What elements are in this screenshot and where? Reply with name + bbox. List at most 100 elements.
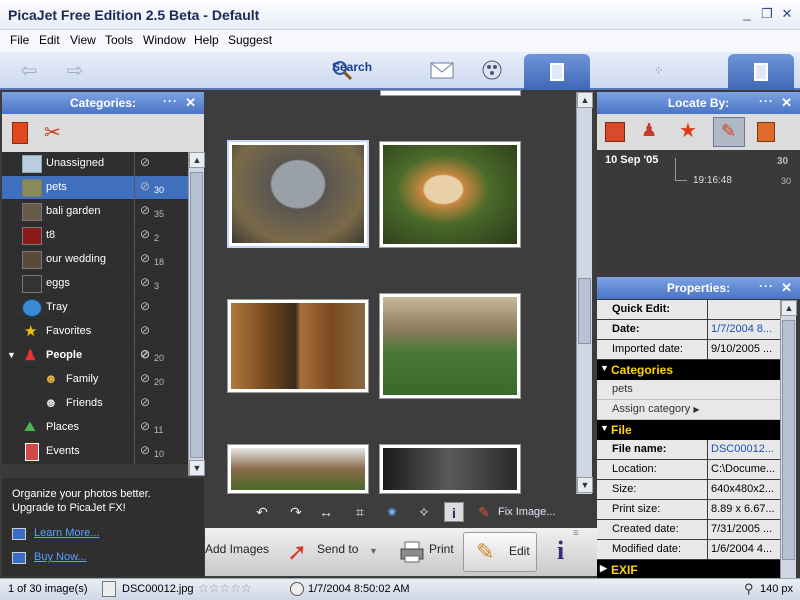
category-our-wedding[interactable]: our wedding ⊘ 18 [2,248,188,272]
people-icon[interactable]: ♟ [641,120,657,141]
learn-more-link[interactable]: Learn More... [34,527,99,539]
edit-button[interactable]: ✎ Edit [463,532,537,572]
category-bali-garden[interactable]: bali garden ⊘ 35 [2,200,188,224]
brightness-icon[interactable]: ✷ [382,502,402,522]
menu-window[interactable]: Window [143,33,186,47]
menu-suggest[interactable]: Suggest [228,33,272,47]
photo-thumbnail[interactable] [380,90,521,96]
fix-image-button[interactable]: Fix Image... [498,506,555,518]
email-icon[interactable] [428,60,458,82]
category-family[interactable]: ☻ Family ⊘ 20 [2,368,188,392]
section-file[interactable]: ▼ File [597,420,780,440]
photo-thumbnail-selected[interactable] [227,140,369,248]
prop-date[interactable]: Date: 1/7/2004 8... [597,320,780,340]
scroll-up-button[interactable]: ▲ [781,300,797,316]
main-toolbar: ⇦ ⇨ ⁘ [0,52,800,90]
category-events[interactable]: Events ⊘ 10 [2,440,188,464]
buy-now-link[interactable]: Buy Now... [34,551,87,563]
rating-stars[interactable]: ☆☆☆☆☆ [198,581,252,595]
promo-line-2: Upgrade to PicaJet FX! [12,502,126,514]
view-mode-tab-2[interactable] [728,54,794,90]
new-category-icon[interactable] [12,122,28,144]
forward-arrow-icon[interactable]: ⇨ [60,60,90,82]
panel-close-icon[interactable]: ✕ [781,277,792,299]
category-places[interactable]: ⛰ Places ⊘ 11 [2,416,188,440]
expand-arrow-icon[interactable]: ▼ [7,350,16,360]
date-node[interactable]: 10 Sep '05 [605,154,658,166]
menu-view[interactable]: View [70,33,96,47]
category-people[interactable]: ▼ ♟ People ⊘ 20 [2,344,188,368]
menu-file[interactable]: File [10,33,29,47]
scroll-down-button[interactable]: ▼ [577,477,593,493]
assign-category-button[interactable]: Assign category ▶ [597,400,780,420]
photo-thumbnail[interactable] [227,444,369,494]
panel-options-icon[interactable]: ··· [759,90,774,112]
menu-tools[interactable]: Tools [105,33,133,47]
panel-options-icon[interactable]: ··· [163,90,178,112]
category-favorites[interactable]: ★ Favorites ⊘ [2,320,188,344]
time-count: 30 [781,176,792,186]
photo-thumbnail[interactable] [379,293,521,399]
prop-file-name[interactable]: File name: DSC00012... [597,440,780,460]
category-pets[interactable]: pets ⊘ 30 [2,176,188,200]
scroll-thumb[interactable] [782,320,795,560]
panel-options-icon[interactable]: ··· [759,275,774,297]
category-eggs[interactable]: eggs ⊘ 3 [2,272,188,296]
photo-thumbnail[interactable] [227,299,369,393]
print-button[interactable]: Print [429,542,454,556]
thumbnails-scrollbar[interactable]: ▲ ▼ [576,92,593,494]
title-bar: PicaJet Free Edition 2.5 Beta - Default … [0,0,800,30]
category-unassigned[interactable]: Unassigned ⊘ [2,152,188,176]
send-to-button[interactable]: Send to [317,542,358,556]
cut-icon[interactable]: ✂ [44,120,61,145]
info-icon[interactable]: i [444,502,464,522]
photo-thumbnail[interactable] [379,444,521,494]
categories-scrollbar[interactable]: ▲ ▼ [188,152,205,476]
scroll-up-button[interactable]: ▲ [577,92,593,108]
zoom-icon[interactable]: ⚲ [744,581,754,597]
crop-icon[interactable]: ⌗ [350,502,370,522]
info-icon[interactable]: i [557,536,564,566]
send-to-dropdown-icon[interactable]: ▼ [369,546,378,556]
add-images-button[interactable]: Add Images [205,542,269,556]
view-mode-tab-1[interactable] [524,54,590,90]
minimize-button[interactable]: _ [738,6,756,22]
flip-icon[interactable]: ↔ [316,502,336,522]
rotate-right-icon[interactable]: ↷ [286,502,306,522]
categories-icon[interactable] [605,122,625,142]
menu-help[interactable]: Help [194,33,219,47]
category-friends[interactable]: ☻ Friends ⊘ [2,392,188,416]
slideshow-icon[interactable] [480,58,506,84]
restore-button[interactable]: ❐ [758,6,776,22]
scroll-down-button[interactable]: ▼ [189,460,205,476]
search-button[interactable]: Search [332,60,372,74]
menu-edit[interactable]: Edit [39,33,60,47]
photo-thumbnail[interactable] [379,141,521,248]
section-categories[interactable]: ▼ Categories [597,360,780,380]
scroll-up-button[interactable]: ▲ [189,152,205,168]
time-node[interactable]: 19:16:48 [693,175,732,186]
category-t8[interactable]: t8 ⊘ 2 [2,224,188,248]
grip-icon: ≡ [573,528,579,539]
scroll-thumb[interactable] [190,172,203,458]
panel-close-icon[interactable]: ✕ [185,92,196,114]
expand-arrow-icon[interactable]: ▶ [600,563,607,574]
thumbnail-grid [208,90,576,494]
collapse-arrow-icon[interactable]: ▼ [600,363,609,373]
close-button[interactable]: ✕ [778,6,796,22]
star-icon[interactable]: ★ [679,118,697,143]
category-tray[interactable]: Tray ⊘ [2,296,188,320]
section-exif[interactable]: ▶ EXIF [597,560,780,580]
grip-icon: ⁘ [654,65,664,77]
window-title: PicaJet Free Edition 2.5 Beta - Default [8,7,260,23]
brush-icon[interactable]: ✎ [474,502,494,522]
rotate-left-icon[interactable]: ↶ [252,502,272,522]
panel-close-icon[interactable]: ✕ [781,92,792,114]
folder-icon[interactable] [757,122,775,142]
collapse-arrow-icon[interactable]: ▼ [600,423,609,433]
back-arrow-icon[interactable]: ⇦ [14,60,44,82]
date-tool-button[interactable]: ✎ [713,117,745,147]
scroll-thumb[interactable] [578,278,591,344]
magic-wand-icon[interactable]: ✧ [414,502,434,522]
properties-scrollbar[interactable]: ▲ [780,300,797,578]
